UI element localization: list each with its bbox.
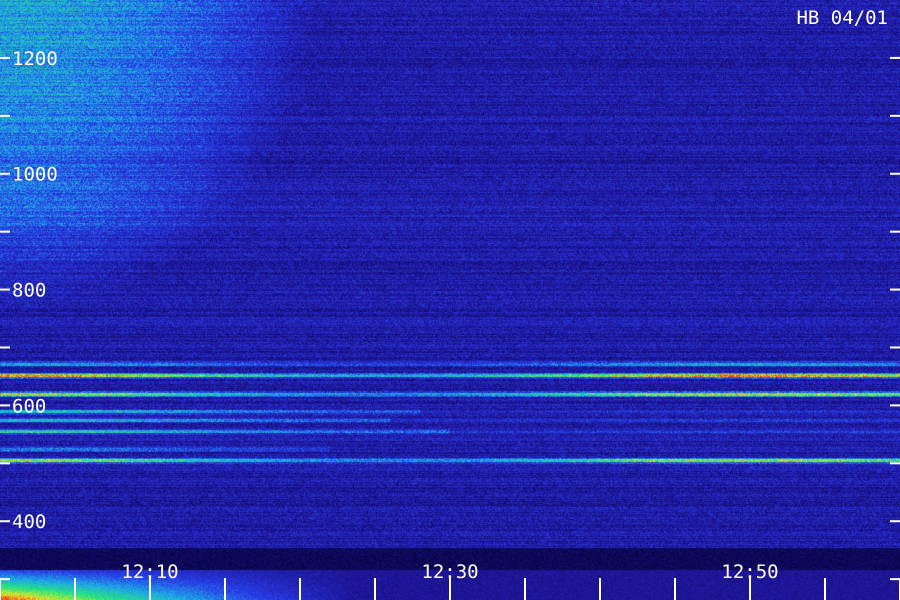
y-tick-label-0: 400 xyxy=(12,511,46,533)
station-label: HB 04/01 xyxy=(796,7,888,29)
y-axis-labels: 400 600 800 1000 1200 xyxy=(12,48,58,533)
x-tick-label-2: 12:50 xyxy=(721,561,778,583)
y-tick-label-4: 1200 xyxy=(12,48,58,70)
x-tick-label-1: 12:30 xyxy=(421,561,478,583)
y-axis-ticks xyxy=(0,56,900,581)
y-tick-label-3: 1000 xyxy=(12,164,58,186)
x-axis-labels: 12:10 12:30 12:50 xyxy=(121,561,778,583)
chart-overlay: 400 600 800 1000 1200 12:10 12:30 12:50 HB 04/… xyxy=(0,7,900,600)
y-tick-label-2: 800 xyxy=(12,280,46,302)
x-tick-label-0: 12:10 xyxy=(121,561,178,583)
y-tick-label-1: 600 xyxy=(12,395,46,417)
